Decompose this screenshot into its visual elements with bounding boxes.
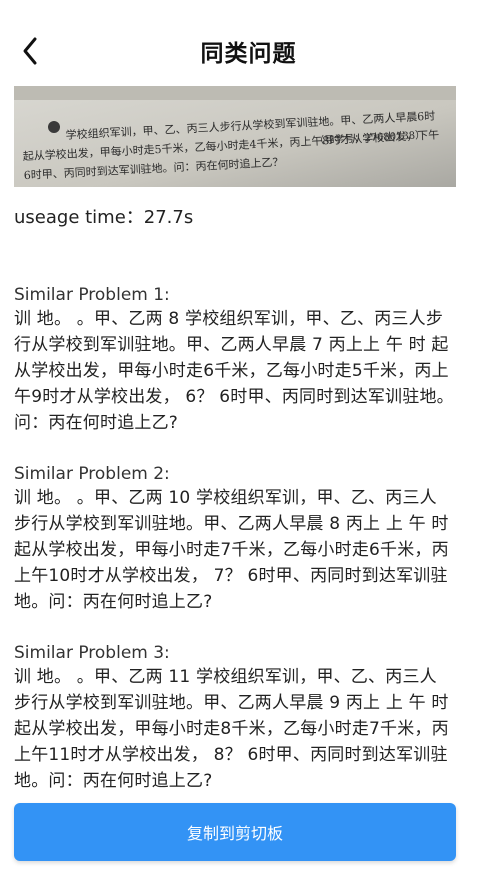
problem-photo: 学校组织军训，甲、乙、丙三人步行从学校到军训驻地。甲、乙两人早晨6时 起从学校出… (14, 86, 456, 187)
similar-problem-1: Similar Problem 1: 训 地。 。甲、乙两 8 学校组织军训，甲… (14, 284, 454, 436)
problem-text: 训 地。 。甲、乙两 10 学校组织军训，甲、乙、丙三人步行从学校到军训驻地。甲… (14, 488, 449, 612)
similar-problems-list: Similar Problem 1: 训 地。 。甲、乙两 8 学校组织军训，甲… (14, 284, 454, 821)
page-title: 同类问题 (200, 41, 297, 67)
similar-problem-3: Similar Problem 3: 训 地。 。甲、乙两 11 学校组织军训，… (14, 642, 454, 794)
app-header: 同类问题 (0, 0, 497, 80)
problem-text: 训 地。 。甲、乙两 11 学校组织军训，甲、乙、丙三人步行从学校到军训驻地。甲… (14, 667, 449, 791)
problem-heading: Similar Problem 3: (14, 643, 170, 663)
problem-text: 训 地。 。甲、乙两 8 学校组织军训，甲、乙、丙三人步行从学校到军训驻地。甲、… (14, 309, 454, 433)
copy-to-clipboard-button[interactable]: 复制到剪切板 (14, 803, 456, 861)
problem-heading: Similar Problem 1: (14, 285, 170, 305)
similar-problem-2: Similar Problem 2: 训 地。 。甲、乙两 10 学校组织军训，… (14, 463, 454, 615)
problem-heading: Similar Problem 2: (14, 464, 170, 484)
usage-time: useage time：27.7s (14, 207, 194, 228)
problem-number-icon (48, 121, 60, 133)
